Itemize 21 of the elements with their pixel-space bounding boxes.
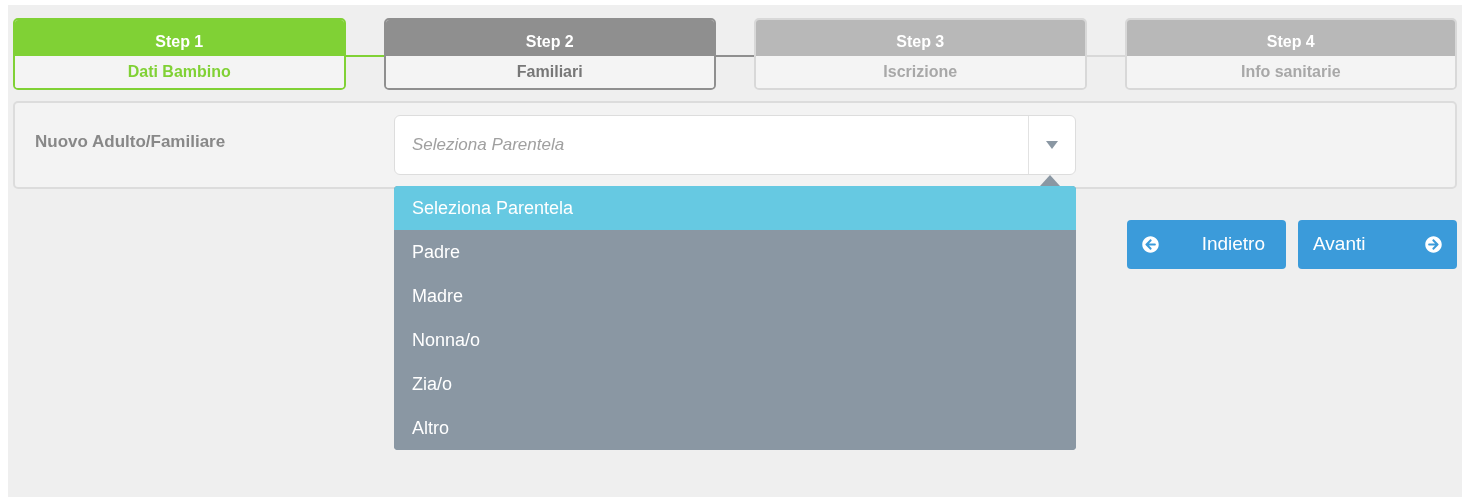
step-tab[interactable]: Step 1 Dati Bambino <box>13 18 346 90</box>
step-label: Dati Bambino <box>15 56 344 88</box>
next-button[interactable]: Avanti <box>1298 220 1457 269</box>
step-label: Iscrizione <box>756 56 1085 88</box>
back-button[interactable]: Indietro <box>1127 220 1286 269</box>
step-title: Step 3 <box>756 20 1085 56</box>
step-title: Step 2 <box>385 20 714 56</box>
select-placeholder: Seleziona Parentela <box>412 134 566 157</box>
step-label: Info sanitarie <box>1126 56 1455 88</box>
arrow-right-icon <box>1425 236 1442 253</box>
step-tab[interactable]: Step 2 Familiari <box>383 18 716 90</box>
step-title: Step 1 <box>15 20 344 56</box>
step-tab[interactable]: Step 3 Iscrizione <box>754 18 1087 90</box>
step-label: Familiari <box>385 56 714 88</box>
step-title: Step 4 <box>1126 20 1455 56</box>
caret-icon <box>1046 141 1058 149</box>
arrow-left-icon <box>1142 236 1159 253</box>
step-tab[interactable]: Step 4 Info sanitarie <box>1124 18 1457 90</box>
menu-pointer-icon <box>1040 175 1060 186</box>
dropdown-option[interactable]: Seleziona Parentela <box>394 186 1076 230</box>
field-label: Nuovo Adulto/Familiare <box>35 131 227 153</box>
